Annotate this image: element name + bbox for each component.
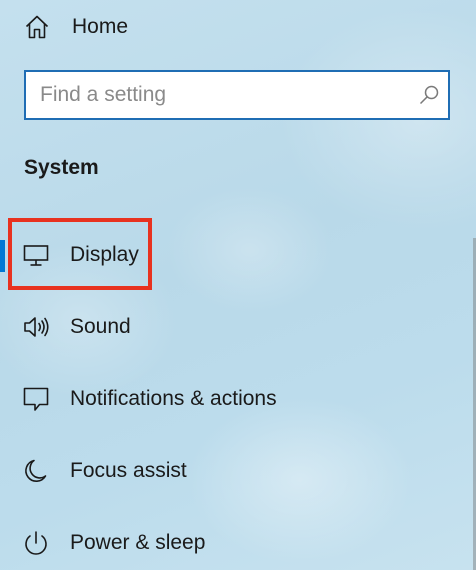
home-icon [24,14,50,40]
monitor-icon [22,241,50,269]
nav-item-label: Focus assist [70,459,187,482]
power-icon [22,529,50,557]
search-input[interactable] [40,72,410,118]
notification-icon [22,385,50,413]
nav-item-power-sleep[interactable]: Power & sleep [0,514,460,570]
nav-item-label: Sound [70,315,131,338]
search-box[interactable] [24,70,450,120]
nav-item-label: Display [70,243,139,266]
speaker-icon [22,313,50,341]
nav-item-display[interactable]: Display [0,226,460,282]
home-nav-item[interactable]: Home [0,4,300,48]
nav-item-sound[interactable]: Sound [0,298,460,354]
search-icon[interactable] [418,84,440,106]
moon-icon [22,457,50,485]
section-title: System [24,156,99,179]
nav-item-label: Power & sleep [70,531,206,554]
nav-item-label: Notifications & actions [70,387,277,410]
nav-item-notifications[interactable]: Notifications & actions [0,370,460,426]
nav-item-focus-assist[interactable]: Focus assist [0,442,460,498]
home-label: Home [72,15,129,38]
